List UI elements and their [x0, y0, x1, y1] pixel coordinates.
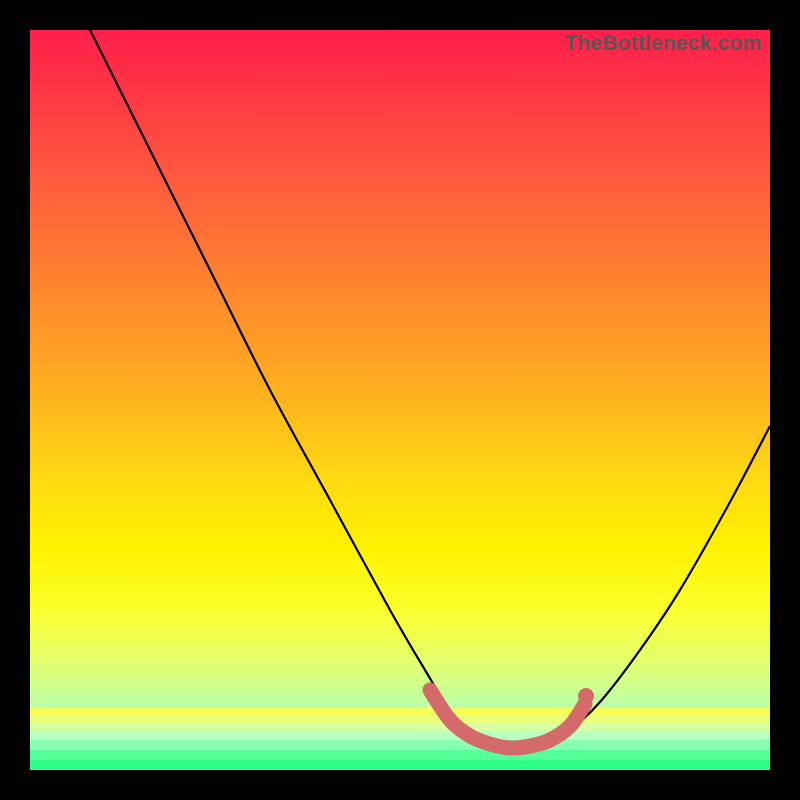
highlight-endpoint-dot — [578, 688, 594, 704]
color-band — [30, 760, 770, 770]
color-band — [30, 707, 770, 715]
color-band — [30, 750, 770, 760]
bottleneck-curve — [90, 30, 770, 749]
color-band — [30, 731, 770, 740]
chart-svg — [30, 30, 770, 770]
chart-frame: TheBottleneck.com — [30, 30, 770, 770]
color-band — [30, 723, 770, 731]
color-band — [30, 740, 770, 750]
color-band — [30, 715, 770, 723]
